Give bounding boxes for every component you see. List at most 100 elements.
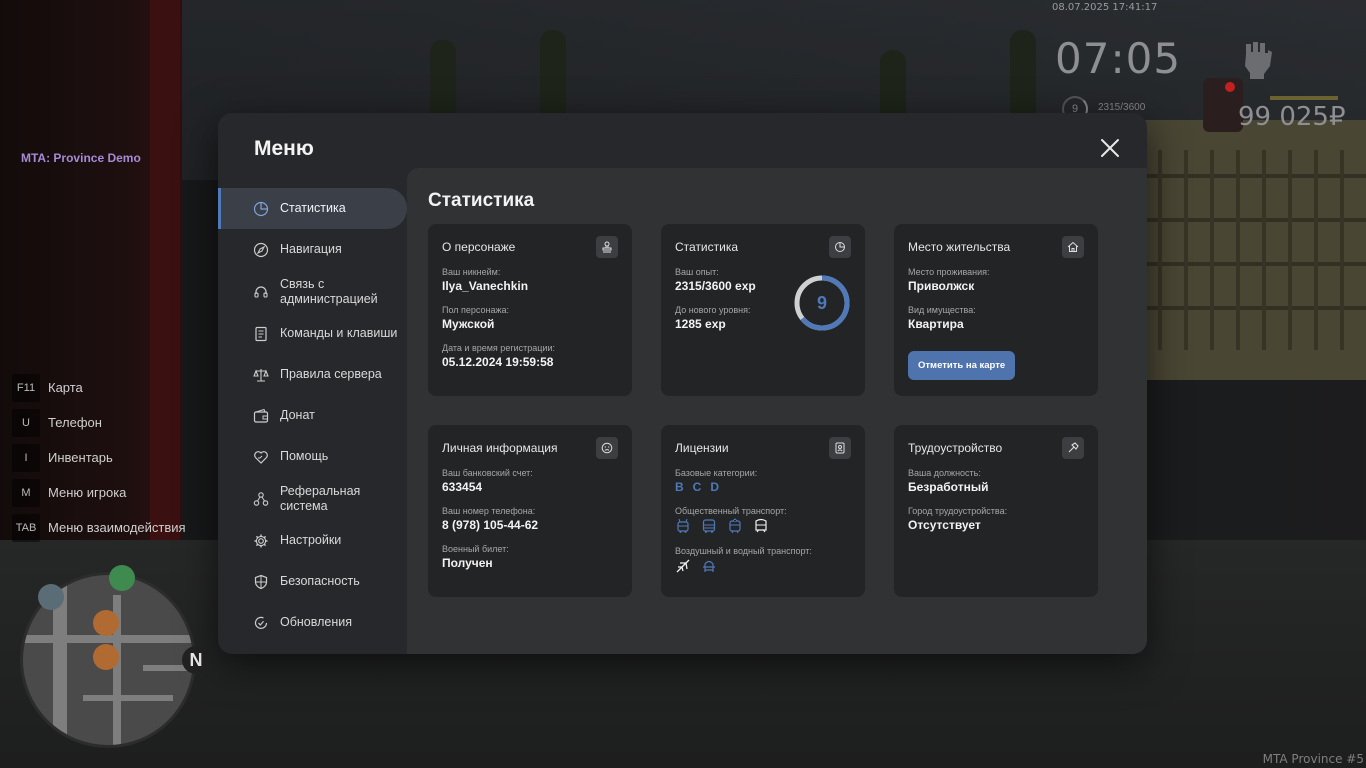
sidebar-item-donate[interactable]: Донат xyxy=(218,395,407,436)
id-badge-icon xyxy=(829,437,851,459)
position-value: Безработный xyxy=(908,480,989,494)
hotkey-label: Инвентарь xyxy=(48,450,113,465)
sidebar-item-settings[interactable]: Настройки xyxy=(218,520,407,561)
personal-info-card: Личная информация Ваш банковский счет: 6… xyxy=(428,425,632,597)
sidebar-item-rules[interactable]: Правила сервера xyxy=(218,354,407,395)
sidebar-item-label: Правила сервера xyxy=(280,367,382,381)
bank-account-label: Ваш банковский счет: xyxy=(442,468,533,478)
residence-value: Приволжск xyxy=(908,279,975,293)
sidebar-item-help[interactable]: Помощь xyxy=(218,436,407,477)
stamp-icon xyxy=(596,236,618,258)
nickname-value: Ilya_Vanechkin xyxy=(442,279,529,293)
hotkey-key: TAB xyxy=(12,513,40,542)
hud-clock: 07:05 xyxy=(1055,34,1182,83)
hotkey-player-menu: M Меню игрока xyxy=(12,475,186,510)
public-transport-label: Общественный транспорт: xyxy=(675,506,787,516)
hotkey-list: F11 Карта U Телефон I Инвентарь M Меню и… xyxy=(12,370,186,545)
property-value: Квартира xyxy=(908,317,964,331)
license-category: C xyxy=(692,480,702,494)
fist-icon xyxy=(1245,42,1272,79)
content-title: Статистика xyxy=(428,190,535,211)
server-name: MTA: Province Demo xyxy=(21,151,141,165)
gender-value: Мужской xyxy=(442,317,495,331)
sidebar: Статистика Навигация Связь с администрац… xyxy=(218,188,407,643)
residence-card: Место жительства Место проживания: Приво… xyxy=(894,224,1098,396)
sidebar-item-referral[interactable]: Реферальная система xyxy=(218,477,407,520)
sidebar-item-navigation[interactable]: Навигация xyxy=(218,229,407,270)
gear-icon xyxy=(252,532,270,550)
train-map-icon xyxy=(38,584,64,610)
map-north-indicator: N xyxy=(182,646,210,674)
hammer-icon xyxy=(1062,437,1084,459)
sidebar-item-label: Обновления xyxy=(280,615,352,629)
pie-chart-icon xyxy=(252,200,270,218)
close-icon[interactable] xyxy=(1099,137,1121,159)
sidebar-item-label: Настройки xyxy=(280,533,342,547)
house-map-icon xyxy=(93,644,119,670)
hotkey-phone: U Телефон xyxy=(12,405,186,440)
heart-hand-icon xyxy=(252,448,270,466)
hotkey-key: M xyxy=(12,478,40,507)
sidebar-item-admin-contact[interactable]: Связь с администрацией xyxy=(218,270,407,313)
sidebar-item-label: Донат xyxy=(280,408,315,422)
public-transport-icons xyxy=(675,518,851,534)
sidebar-item-label: Статистика xyxy=(280,201,346,215)
residence-label: Место проживания: xyxy=(908,267,990,277)
hotkey-inventory: I Инвентарь xyxy=(12,440,186,475)
hotkey-key: U xyxy=(12,408,40,437)
compass-icon xyxy=(252,241,270,259)
sidebar-item-label: Помощь xyxy=(280,449,329,463)
sidebar-item-updates[interactable]: Обновления xyxy=(218,602,407,643)
card-title: Место жительства xyxy=(908,240,1011,254)
food-map-icon xyxy=(93,610,119,636)
shield-icon xyxy=(252,573,270,591)
position-label: Ваша должность: xyxy=(908,468,981,478)
air-water-transport-label: Воздушный и водный транспорт: xyxy=(675,546,812,556)
stats-card: Статистика Ваш опыт: 2315/3600 exp До но… xyxy=(661,224,865,396)
card-title: Трудоустройство xyxy=(908,441,1003,455)
mark-on-map-button[interactable]: Отметить на карте xyxy=(908,351,1016,380)
air-water-transport-icons xyxy=(675,558,851,574)
license-category: D xyxy=(710,480,720,494)
hotkey-map: F11 Карта xyxy=(12,370,186,405)
nickname-label: Ваш никнейм: xyxy=(442,267,501,277)
sidebar-item-label: Навигация xyxy=(280,242,342,256)
sidebar-item-label: Связь с администрацией xyxy=(280,276,378,306)
tram-icon xyxy=(729,518,741,534)
sidebar-item-security[interactable]: Безопасность xyxy=(218,561,407,602)
work-city-value: Отсутствует xyxy=(908,518,981,532)
scales-icon xyxy=(252,366,270,384)
sidebar-item-commands[interactable]: Команды и клавиши xyxy=(218,313,407,354)
hud-exp: 2315/3600 xyxy=(1098,102,1146,113)
phone-label: Ваш номер телефона: xyxy=(442,506,536,516)
licenses-card: Лицензии Базовые категории: B C D Общест… xyxy=(661,425,865,597)
property-label: Вид имущества: xyxy=(908,305,976,315)
player-menu-modal: Меню Статистика Навигация Связь с админи… xyxy=(218,113,1147,654)
headset-icon xyxy=(252,283,270,301)
card-title: Статистика xyxy=(675,240,739,254)
work-city-label: Город трудоустройства: xyxy=(908,506,1008,516)
money-bar xyxy=(1270,96,1338,100)
card-title: Лицензии xyxy=(675,441,729,455)
base-categories-label: Базовые категории: xyxy=(675,468,758,478)
military-id-value: Получен xyxy=(442,556,493,570)
menu-title: Меню xyxy=(254,137,314,160)
house-icon xyxy=(1062,236,1084,258)
sidebar-item-statistics[interactable]: Статистика xyxy=(218,188,407,229)
refresh-check-icon xyxy=(252,614,270,632)
registration-label: Дата и время регистрации: xyxy=(442,343,555,353)
hotkey-label: Карта xyxy=(48,380,83,395)
airplane-icon xyxy=(676,559,690,573)
bank-account-value: 633454 xyxy=(442,480,483,494)
server-footer: MTA Province #5 xyxy=(1262,752,1364,766)
level-number: 9 xyxy=(817,293,827,313)
card-title: Личная информация xyxy=(442,441,558,455)
trolleybus-icon xyxy=(677,518,689,533)
license-category: B xyxy=(675,480,684,494)
sidebar-item-label: Команды и клавиши xyxy=(280,326,398,340)
traffic-light xyxy=(1203,78,1243,132)
boat-icon xyxy=(703,560,715,572)
card-title: О персонаже xyxy=(442,240,516,254)
phone-value: 8 (978) 105-44-62 xyxy=(442,518,539,532)
employment-card: Трудоустройство Ваша должность: Безработ… xyxy=(894,425,1098,597)
